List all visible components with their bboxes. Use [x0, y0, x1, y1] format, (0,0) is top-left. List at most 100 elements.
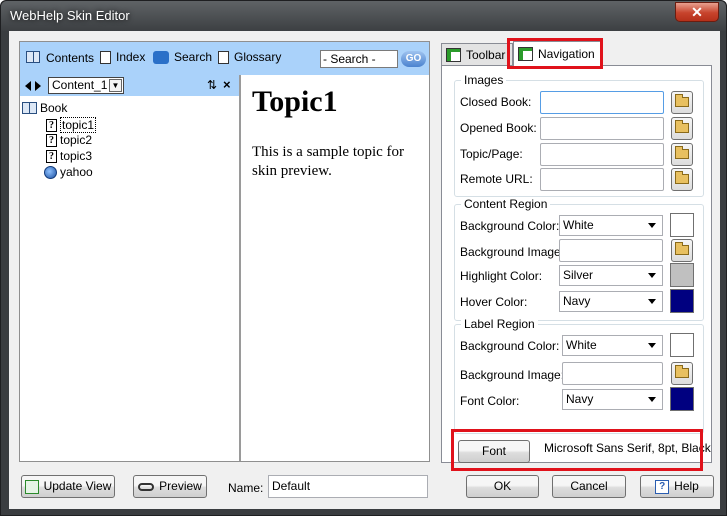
content-bg-color-value: White	[563, 218, 594, 232]
glossary-label: Glossary	[234, 50, 282, 64]
closed-book-browse-button[interactable]	[671, 91, 693, 114]
hover-color-swatch[interactable]	[670, 289, 694, 313]
open-book-icon	[22, 102, 37, 114]
highlight-color-value: Silver	[563, 268, 594, 282]
toc-project-select[interactable]: Content_1 ▼	[48, 77, 124, 94]
images-group-title: Images	[461, 73, 507, 87]
settings-tabs: Toolbar Navigation Images Closed Book: O…	[441, 38, 712, 471]
glossary-icon	[218, 50, 229, 64]
go-button[interactable]: GO	[401, 51, 426, 67]
opened-book-browse-button[interactable]	[671, 117, 693, 140]
topic-icon: ?	[46, 118, 57, 132]
toc-project-value: Content_1	[52, 78, 108, 92]
label-bg-color-label: Background Color:	[460, 339, 560, 353]
topic-page-browse-button[interactable]	[671, 143, 693, 166]
font-color-select[interactable]: Navy	[562, 389, 663, 410]
content-bg-color-swatch[interactable]	[670, 213, 694, 237]
title-bar[interactable]: WebHelp Skin Editor ✕	[1, 1, 726, 31]
toolbar-layout-icon	[446, 47, 461, 62]
window-title: WebHelp Skin Editor	[10, 8, 130, 23]
opened-book-label: Opened Book:	[460, 121, 537, 135]
tab-toolbar[interactable]: Toolbar	[441, 43, 513, 65]
open-folder-icon	[675, 171, 689, 184]
navigation-panel: Images Closed Book: Opened Book: Topic/P…	[441, 65, 712, 463]
open-folder-icon	[675, 120, 689, 133]
search-bubble-icon	[153, 50, 169, 64]
content-bg-image-label: Background Image:	[460, 245, 565, 259]
cancel-button[interactable]: Cancel	[552, 475, 626, 498]
label-bg-image-browse-button[interactable]	[671, 362, 693, 385]
label-region-title: Label Region	[461, 317, 538, 331]
next-arrow-icon[interactable]	[35, 81, 41, 91]
chevron-down-icon: ▼	[109, 79, 122, 92]
index-label: Index	[116, 50, 146, 64]
opened-book-field[interactable]	[540, 117, 664, 140]
topic-pane: Topic1 This is a sample topic for skin p…	[243, 75, 429, 461]
label-bg-image-field[interactable]	[562, 362, 663, 385]
remote-url-browse-button[interactable]	[671, 168, 693, 191]
content-region-group: Content Region Background Color: White B…	[454, 197, 704, 321]
highlight-color-swatch[interactable]	[670, 263, 694, 287]
tree-item-yahoo[interactable]: yahoo	[44, 165, 93, 179]
label-bg-image-label: Background Image:	[460, 368, 565, 382]
glossary-tab[interactable]: Glossary	[218, 50, 281, 64]
content-bg-image-browse-button[interactable]	[671, 239, 693, 262]
topic-title: Topic1	[252, 85, 338, 118]
content-bg-image-field[interactable]	[559, 239, 663, 262]
tree-item-label: topic1	[60, 117, 97, 133]
close-icon[interactable]: ×	[223, 77, 231, 92]
remote-url-field[interactable]	[540, 168, 664, 191]
preview-search-input[interactable]: - Search -	[320, 50, 398, 68]
label-bg-color-select[interactable]: White	[562, 335, 663, 356]
navigation-tab-highlight	[507, 38, 603, 69]
remote-url-label: Remote URL:	[460, 172, 533, 186]
label-bg-color-swatch[interactable]	[670, 333, 694, 357]
tree-item-topic3[interactable]: ? topic3	[46, 149, 92, 163]
open-folder-icon	[675, 94, 689, 107]
tree-item-topic1[interactable]: ? topic1	[46, 117, 97, 133]
dropdown-arrow-icon	[648, 273, 656, 278]
open-folder-icon	[675, 242, 689, 255]
content-region-title: Content Region	[461, 197, 551, 211]
topic-page-label: Topic/Page:	[460, 147, 523, 161]
tree-book[interactable]: Book	[22, 101, 67, 115]
index-tab[interactable]: Index	[100, 50, 145, 64]
dialog-window: WebHelp Skin Editor ✕ Contents Index Sea…	[0, 0, 727, 516]
preview-label: Preview	[159, 479, 202, 493]
update-view-button[interactable]: Update View	[21, 475, 115, 498]
skin-preview: Contents Index Search Glossary - Search …	[19, 41, 430, 462]
skin-name-field[interactable]: Default	[268, 475, 428, 498]
close-button[interactable]: ✕	[675, 2, 719, 22]
hover-color-select[interactable]: Navy	[559, 291, 663, 312]
highlight-color-label: Highlight Color:	[460, 269, 543, 283]
open-folder-icon	[675, 365, 689, 378]
open-folder-icon	[675, 146, 689, 159]
preview-toolbar: Contents Index Search Glossary - Search …	[20, 42, 429, 75]
topic-icon: ?	[46, 149, 57, 163]
dropdown-arrow-icon	[648, 299, 656, 304]
name-label: Name:	[228, 481, 264, 495]
font-color-swatch[interactable]	[670, 387, 694, 411]
help-button[interactable]: ? Help	[640, 475, 714, 498]
previous-arrow-icon[interactable]	[25, 81, 31, 91]
label-region-group: Label Region Background Color: White Bac…	[454, 317, 704, 434]
ok-button[interactable]: OK	[466, 475, 539, 498]
topic-page-field[interactable]	[540, 143, 664, 166]
tree-item-topic2[interactable]: ? topic2	[46, 133, 92, 147]
font-row-highlight	[451, 429, 703, 471]
preview-button[interactable]: Preview	[133, 475, 207, 498]
content-bg-color-select[interactable]: White	[559, 215, 663, 236]
dropdown-arrow-icon	[648, 223, 656, 228]
highlight-color-select[interactable]: Silver	[559, 265, 663, 286]
dropdown-arrow-icon	[648, 397, 656, 402]
content-bg-color-label: Background Color:	[460, 219, 560, 233]
globe-icon	[44, 165, 57, 179]
contents-tab[interactable]: Contents	[26, 50, 94, 65]
sync-icon[interactable]: ⇅	[207, 78, 217, 92]
book-icon	[26, 50, 41, 65]
help-icon: ?	[655, 479, 670, 494]
search-tab[interactable]: Search	[153, 50, 212, 64]
closed-book-label: Closed Book:	[460, 95, 532, 109]
contents-label: Contents	[46, 50, 95, 65]
closed-book-field[interactable]	[540, 91, 664, 114]
